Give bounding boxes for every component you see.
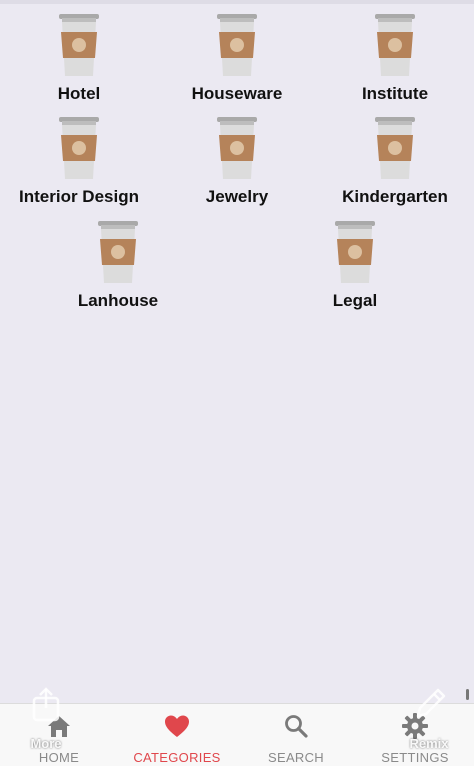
category-label: Interior Design [19, 187, 139, 206]
search-icon [282, 712, 310, 740]
category-label: Hotel [57, 84, 101, 103]
category-item-houseware[interactable]: Houseware [158, 2, 316, 103]
tab-categories[interactable]: CATEGORIES [118, 704, 236, 766]
remix-overlay-button[interactable]: Remix [400, 686, 458, 752]
category-item-hotel[interactable]: Hotel [0, 2, 158, 103]
category-grid: Hotel Houseware Institute Interior Desig… [0, 0, 474, 705]
tab-label: CATEGORIES [133, 750, 221, 765]
category-item-interior-design[interactable]: Interior Design [0, 105, 158, 206]
coffee-cup-icon [214, 12, 260, 78]
category-item-institute[interactable]: Institute [316, 2, 474, 103]
category-item-jewelry[interactable]: Jewelry [158, 105, 316, 206]
category-label: Lanhouse [77, 291, 159, 310]
category-item-lanhouse[interactable]: Lanhouse [39, 209, 197, 310]
tab-label: SETTINGS [381, 750, 449, 765]
tab-search[interactable]: SEARCH [237, 704, 355, 766]
coffee-cup-icon [372, 115, 418, 181]
share-icon [31, 686, 61, 722]
more-overlay-button[interactable]: More [22, 686, 70, 752]
coffee-cup-icon [56, 115, 102, 181]
coffee-cup-icon [214, 115, 260, 181]
category-label: Institute [361, 84, 429, 103]
category-item-legal[interactable]: Legal [276, 209, 434, 310]
coffee-cup-icon [95, 219, 141, 285]
more-label: More [30, 736, 62, 751]
coffee-cup-icon [56, 12, 102, 78]
tab-label: HOME [38, 750, 80, 765]
category-label: Legal [332, 291, 378, 310]
pencil-icon [412, 686, 448, 722]
tab-label: SEARCH [268, 750, 324, 765]
category-item-kindergarten[interactable]: Kindergarten [316, 105, 474, 206]
category-label: Jewelry [205, 187, 269, 206]
heart-icon [163, 712, 191, 740]
coffee-cup-icon [332, 219, 378, 285]
scroll-indicator[interactable] [466, 689, 469, 700]
coffee-cup-icon [372, 12, 418, 78]
remix-label: Remix [409, 736, 449, 751]
category-label: Houseware [191, 84, 283, 103]
category-label: Kindergarten [342, 187, 448, 206]
